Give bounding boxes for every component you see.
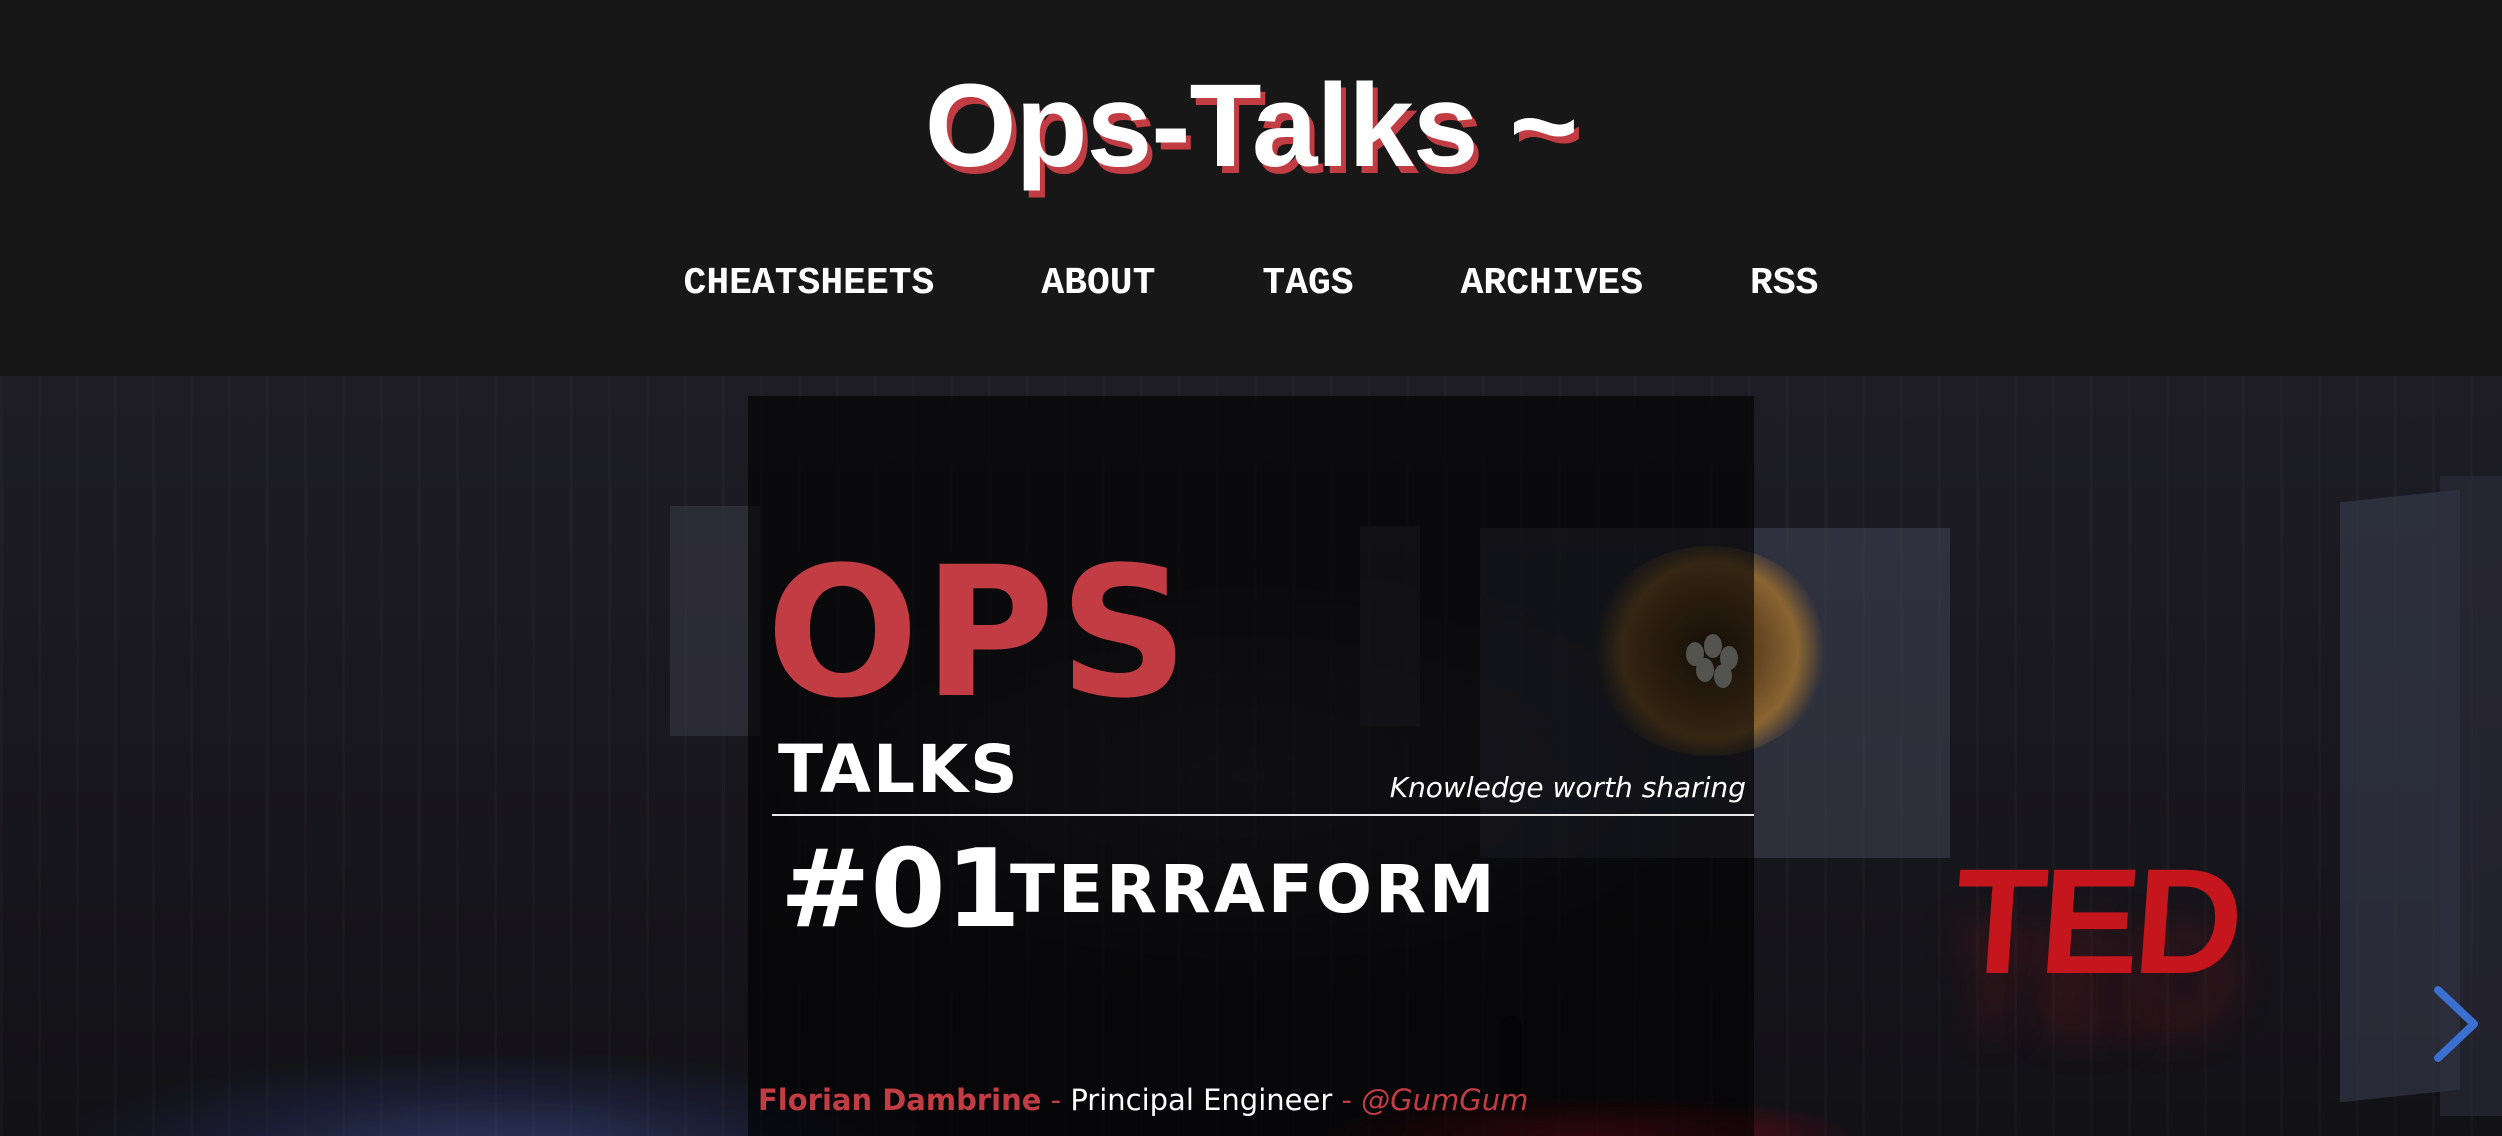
- episode-number: #01: [780, 827, 1021, 952]
- nav-cheatsheets[interactable]: CHEATSHEETS: [684, 256, 935, 312]
- nav-about[interactable]: ABOUT: [1041, 256, 1155, 312]
- tagline: Knowledge worth sharing: [1389, 771, 1746, 804]
- byline-separator: -: [1041, 1083, 1071, 1117]
- speaker-company[interactable]: @GumGum: [1361, 1083, 1528, 1117]
- speaker-role: Principal Engineer: [1070, 1083, 1333, 1117]
- nav-tags[interactable]: TAGS: [1262, 256, 1353, 312]
- ops-logo-text: OPS: [766, 529, 1193, 738]
- hero-banner[interactable]: TED OPS TALKS Knowledge worth sharing #0…: [0, 376, 2502, 1136]
- speaker-byline: Florian Dambrine - Principal Engineer - …: [758, 1080, 1528, 1120]
- site-header: Ops-Talks ~ CHEATSHEETS ABOUT TAGS ARCHI…: [0, 0, 2502, 376]
- title-divider: [772, 814, 1754, 816]
- stage-screen: [670, 506, 760, 736]
- ted-backdrop-logo: TED: [1949, 837, 2243, 1005]
- main-nav: CHEATSHEETS ABOUT TAGS ARCHIVES RSS: [0, 256, 2502, 312]
- chevron-right-icon[interactable]: [2430, 984, 2482, 1064]
- nav-archives[interactable]: ARCHIVES: [1461, 256, 1643, 312]
- episode-title: TERRAFORM: [1010, 851, 1498, 928]
- speaker-name: Florian Dambrine: [758, 1083, 1042, 1117]
- nav-rss[interactable]: RSS: [1750, 256, 1818, 312]
- site-title[interactable]: Ops-Talks ~: [0, 56, 2502, 196]
- byline-separator: -: [1332, 1083, 1362, 1117]
- talks-logo-text: TALKS: [778, 731, 1020, 808]
